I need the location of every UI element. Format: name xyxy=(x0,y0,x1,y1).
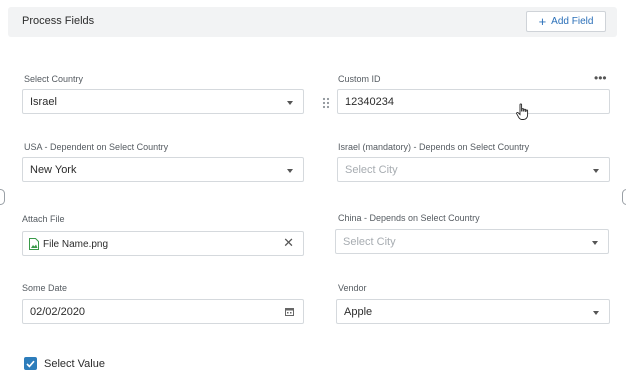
custom-id-label: Custom ID xyxy=(338,74,381,84)
custom-id-value: 12340234 xyxy=(345,96,394,108)
attach-file-field[interactable]: File Name.png ✕ xyxy=(22,231,304,256)
custom-id-input[interactable]: 12340234 xyxy=(337,89,610,114)
israel-city-dropdown[interactable]: Select City xyxy=(337,157,610,182)
vendor-value: Apple xyxy=(344,306,373,318)
attach-file-label: Attach File xyxy=(22,214,65,224)
file-chip: File Name.png xyxy=(29,238,108,250)
left-edge-handle[interactable] xyxy=(0,189,5,205)
select-value-checkbox[interactable] xyxy=(24,357,37,370)
hand-cursor-icon xyxy=(516,103,529,120)
date-value: 02/02/2020 xyxy=(30,306,86,318)
select-country-label: Select Country xyxy=(24,74,84,84)
chevron-down-icon xyxy=(593,311,599,315)
vendor-label: Vendor xyxy=(338,283,367,293)
chevron-down-icon xyxy=(287,101,293,105)
drag-handle-icon[interactable] xyxy=(322,97,330,109)
date-input[interactable]: 02/02/2020 xyxy=(22,299,304,324)
process-fields-header: Process Fields + Add Field xyxy=(8,7,617,37)
right-edge-handle[interactable] xyxy=(622,189,626,205)
chevron-down-icon xyxy=(592,241,598,245)
israel-mandatory-label: Israel (mandatory) - Depends on Select C… xyxy=(338,142,530,152)
chevron-down-icon xyxy=(287,169,293,173)
file-name: File Name.png xyxy=(43,238,109,250)
more-options-icon[interactable]: ••• xyxy=(594,72,607,84)
china-dependent-label: China - Depends on Select Country xyxy=(338,213,480,223)
some-date-label: Some Date xyxy=(22,283,68,293)
china-city-dropdown[interactable]: Select City xyxy=(335,229,609,254)
image-file-icon xyxy=(29,238,39,250)
checkmark-icon xyxy=(26,360,35,368)
usa-dependent-label: USA - Dependent on Select Country xyxy=(24,142,169,152)
vendor-dropdown[interactable]: Apple xyxy=(336,299,610,324)
page-title: Process Fields xyxy=(22,15,95,27)
add-field-button[interactable]: + Add Field xyxy=(526,11,606,32)
usa-city-value: New York xyxy=(30,164,77,176)
plus-icon: + xyxy=(538,13,547,29)
china-city-placeholder: Select City xyxy=(343,236,396,248)
chevron-down-icon xyxy=(593,169,599,173)
select-value-label: Select Value xyxy=(44,358,105,370)
select-country-dropdown[interactable]: Israel xyxy=(22,89,304,114)
close-icon[interactable]: ✕ xyxy=(283,236,294,250)
add-field-label: Add Field xyxy=(551,16,594,27)
calendar-icon[interactable] xyxy=(285,307,294,316)
israel-city-placeholder: Select City xyxy=(345,164,398,176)
select-country-value: Israel xyxy=(30,96,57,108)
usa-city-dropdown[interactable]: New York xyxy=(22,157,304,182)
